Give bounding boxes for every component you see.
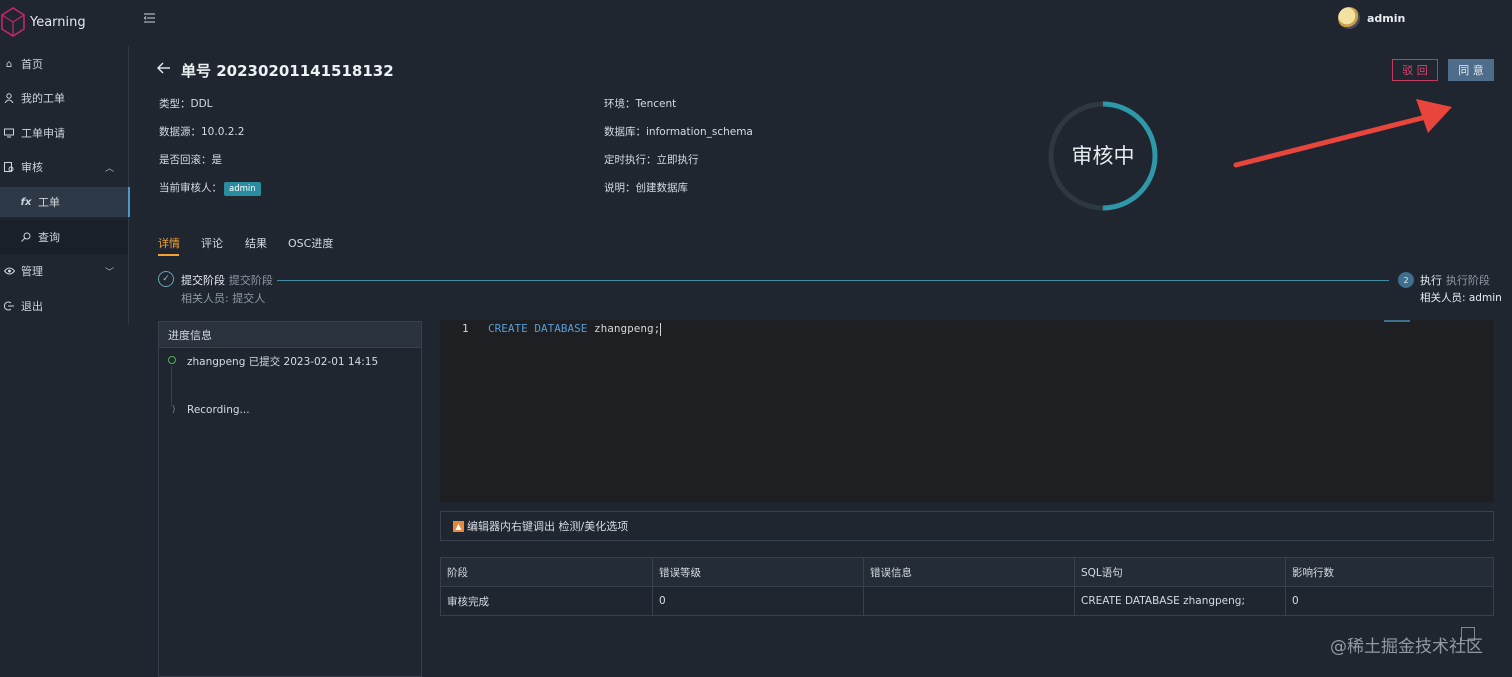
eye-icon bbox=[3, 265, 15, 277]
timeline-entry: Recording... bbox=[187, 404, 250, 416]
hint-text: 编辑器内右键调出 检测/美化选项 bbox=[467, 520, 629, 533]
table-cell: 0 bbox=[1285, 586, 1494, 616]
chevron-down-icon: ﹀ bbox=[104, 267, 114, 278]
reject-button[interactable]: 驳 回 bbox=[1392, 59, 1438, 81]
step-desc: 相关人员: admin bbox=[1420, 292, 1502, 304]
user-menu[interactable]: admin bbox=[1338, 7, 1405, 29]
avatar bbox=[1338, 7, 1360, 29]
audit-icon bbox=[3, 161, 15, 173]
warning-icon: ▲ bbox=[453, 520, 464, 532]
step-desc: 相关人员: 提交人 bbox=[181, 292, 266, 305]
page-title: 单号 20230201141518132 bbox=[181, 62, 394, 80]
table-row: 审核完成 0 CREATE DATABASE zhangpeng; 0 bbox=[440, 586, 1494, 616]
sidebar-item-label: 我的工单 bbox=[21, 92, 65, 105]
check-icon: ✓ bbox=[158, 271, 174, 287]
status-text: 审核中 bbox=[1071, 144, 1135, 168]
sql-keyword: DATABASE bbox=[534, 322, 588, 335]
reviewer-badge: admin bbox=[224, 182, 261, 196]
sidebar-item-label: 工单 bbox=[38, 196, 60, 209]
sidebar-item-my-orders[interactable]: 我的工单 bbox=[0, 81, 128, 115]
info-schedule: 定时执行：立即执行 bbox=[604, 154, 699, 166]
timeline-entry: zhangpeng 已提交 2023-02-01 14:15 bbox=[187, 356, 379, 368]
step-title: 提交阶段 bbox=[181, 274, 225, 287]
progress-panel-header: 进度信息 bbox=[159, 322, 421, 348]
sidebar-item-label: 查询 bbox=[38, 231, 60, 244]
logout-icon bbox=[3, 300, 15, 312]
table-cell: 审核完成 bbox=[440, 586, 653, 616]
info-type: 类型：DDL bbox=[159, 98, 213, 110]
sidebar-item-home[interactable]: ⌂ 首页 bbox=[0, 47, 128, 81]
step-connector bbox=[277, 280, 1389, 281]
yearning-logo-icon bbox=[1, 7, 25, 37]
table-cell bbox=[863, 586, 1075, 616]
info-database: 数据库：information_schema bbox=[604, 126, 753, 138]
sql-editor[interactable] bbox=[440, 320, 1494, 502]
username: admin bbox=[1367, 11, 1406, 25]
step-title: 执行 bbox=[1420, 274, 1442, 287]
app-logo[interactable]: Yearning bbox=[0, 6, 86, 38]
app-brand: Yearning bbox=[30, 14, 86, 30]
sql-identifier: zhangpeng; bbox=[593, 322, 661, 335]
step-subtitle: 提交阶段 bbox=[228, 274, 273, 287]
text-cursor bbox=[660, 322, 662, 336]
info-current-reviewer: 当前审核人： admin bbox=[159, 180, 261, 196]
table-cell: CREATE DATABASE zhangpeng; bbox=[1074, 586, 1286, 616]
sidebar-divider bbox=[128, 46, 129, 324]
sidebar-item-audit[interactable]: 审核 ︿ bbox=[0, 150, 128, 184]
timeline-line bbox=[171, 366, 172, 406]
column-header: 影响行数 bbox=[1285, 557, 1494, 587]
table-cell: 0 bbox=[652, 586, 864, 616]
info-datasource: 数据源：10.0.2.2 bbox=[159, 126, 245, 138]
watermark: @稀土掘金技术社区 bbox=[1330, 637, 1483, 657]
info-description: 说明：创建数据库 bbox=[604, 182, 688, 194]
info-rollback: 是否回滚：是 bbox=[159, 154, 222, 166]
sidebar-item-label: 退出 bbox=[21, 300, 43, 313]
editor-scrollbar[interactable] bbox=[1384, 320, 1410, 322]
timeline-dot bbox=[168, 356, 176, 364]
sql-code-line[interactable]: CREATE DATABASE zhangpeng; bbox=[488, 322, 662, 336]
loading-icon: ⟩ bbox=[172, 405, 176, 415]
sidebar-item-label: 管理 bbox=[21, 265, 43, 278]
line-number: 1 bbox=[462, 322, 469, 335]
table-header-row: 阶段 错误等级 错误信息 SQL语句 影响行数 bbox=[440, 557, 1494, 587]
step-subtitle: 执行阶段 bbox=[1445, 274, 1490, 287]
monitor-icon bbox=[3, 127, 15, 139]
sidebar-item-orders[interactable]: fx 工单 bbox=[0, 187, 130, 217]
sidebar-item-manage[interactable]: 管理 ﹀ bbox=[0, 254, 128, 288]
progress-panel bbox=[158, 321, 422, 677]
sidebar-item-label: 工单申请 bbox=[21, 127, 65, 140]
column-header: 错误等级 bbox=[652, 557, 864, 587]
tab-active-indicator bbox=[158, 254, 179, 256]
menu-toggle-icon[interactable] bbox=[143, 12, 155, 27]
column-header: 错误信息 bbox=[863, 557, 1075, 587]
fx-icon: fx bbox=[20, 196, 32, 208]
column-header: 阶段 bbox=[440, 557, 653, 587]
sidebar-item-logout[interactable]: 退出 bbox=[0, 289, 128, 323]
tab-detail[interactable]: 详情 bbox=[158, 235, 180, 251]
sidebar-item-query[interactable]: 查询 bbox=[0, 220, 128, 254]
info-environment: 环境：Tencent bbox=[604, 98, 677, 110]
sidebar-item-label: 首页 bbox=[21, 58, 43, 71]
tab-comments[interactable]: 评论 bbox=[201, 235, 223, 251]
search-icon bbox=[20, 231, 32, 243]
sidebar-item-label: 审核 bbox=[21, 161, 43, 174]
info-label: 当前审核人： bbox=[159, 182, 222, 194]
step-execute: 执行 执行阶段 bbox=[1420, 272, 1490, 288]
user-icon bbox=[3, 92, 15, 104]
column-header: SQL语句 bbox=[1074, 557, 1286, 587]
back-arrow-icon[interactable] bbox=[157, 59, 171, 78]
step-submit: 提交阶段 提交阶段 bbox=[181, 272, 273, 288]
step-number: 2 bbox=[1398, 272, 1414, 288]
sidebar-item-order-apply[interactable]: 工单申请 bbox=[0, 116, 128, 150]
tab-results[interactable]: 结果 bbox=[245, 235, 267, 251]
sql-keyword: CREATE bbox=[488, 322, 528, 335]
chevron-up-icon: ︿ bbox=[104, 163, 114, 174]
home-icon: ⌂ bbox=[5, 58, 13, 70]
tab-osc-progress[interactable]: OSC进度 bbox=[288, 235, 333, 251]
red-arrow-annotation bbox=[1233, 99, 1452, 168]
editor-hint: ▲ 编辑器内右键调出 检测/美化选项 bbox=[440, 511, 1494, 541]
audit-result-table: 阶段 错误等级 错误信息 SQL语句 影响行数 审核完成 0 CREATE DA… bbox=[440, 557, 1494, 616]
approve-button[interactable]: 同 意 bbox=[1448, 59, 1494, 81]
